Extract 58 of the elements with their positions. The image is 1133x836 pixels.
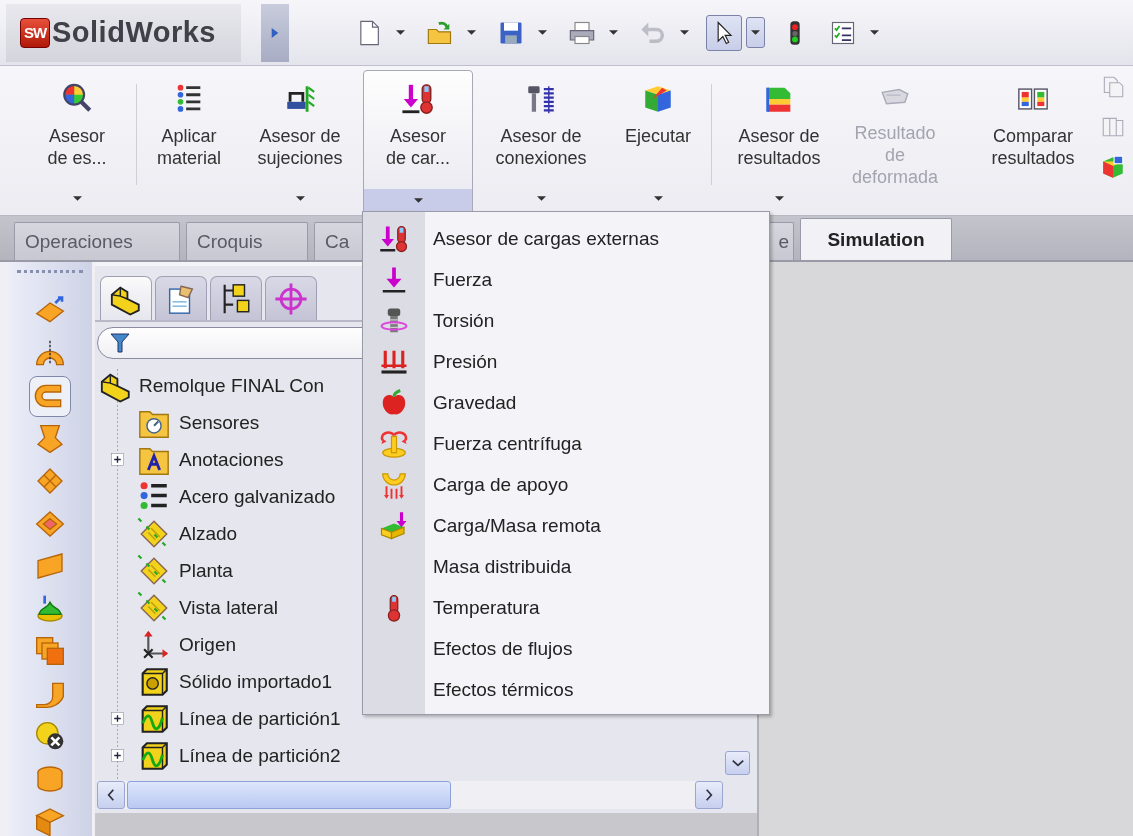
- panel-tab[interactable]: [100, 276, 152, 320]
- menu-item[interactable]: Asesor de cargas externas: [433, 227, 659, 250]
- scroll-left-button[interactable]: [97, 781, 125, 809]
- toolbar-button[interactable]: [706, 14, 742, 51]
- panel-tab[interactable]: [210, 276, 262, 320]
- ribbon-button[interactable]: Asesor de sujeciones: [239, 70, 361, 212]
- tab[interactable]: Operaciones: [14, 222, 180, 260]
- expand-icon[interactable]: [111, 453, 124, 466]
- menu-item[interactable]: Presión: [433, 350, 498, 373]
- ribbon-button[interactable]: Ejecutar: [609, 70, 707, 212]
- tab[interactable]: Simulation: [800, 218, 952, 260]
- spindle-icon: [379, 428, 409, 459]
- dropdown-button[interactable]: [746, 17, 765, 48]
- ribbon-button[interactable]: Comparar resultados: [976, 70, 1090, 212]
- tree-item[interactable]: Origen: [179, 633, 237, 656]
- tree-item[interactable]: Alzado: [179, 522, 238, 545]
- arrow-thermometer-icon: [401, 82, 435, 116]
- tab[interactable]: Croquis: [186, 222, 308, 260]
- expand-icon[interactable]: [111, 712, 124, 725]
- menu-item[interactable]: Masa distribuida: [433, 555, 572, 578]
- block-arrow-icon: [379, 510, 409, 541]
- menu-item[interactable]: Carga/Masa remota: [433, 514, 601, 537]
- funnel-shape-icon: [34, 422, 66, 455]
- tree-item[interactable]: Línea de partición2: [179, 744, 341, 767]
- scroll-down-button[interactable]: [725, 751, 750, 775]
- ribbon-button[interactable]: Asesor de resultados: [716, 70, 842, 212]
- ribbon-button[interactable]: Asesor de car...: [363, 70, 473, 212]
- menu-item[interactable]: Efectos de flujos: [433, 637, 573, 660]
- tree-item[interactable]: Línea de partición1: [179, 707, 341, 730]
- box-shape-icon: [34, 805, 66, 836]
- filter-icon: [108, 331, 132, 355]
- cube-icon[interactable]: [1100, 154, 1126, 180]
- tree-item[interactable]: Anotaciones: [179, 448, 284, 471]
- stacked-boxes-icon: [34, 635, 66, 668]
- app-name: SolidWorks: [52, 16, 216, 49]
- arrow-thermometer-icon: [379, 223, 409, 254]
- menu-item[interactable]: Carga de apoyo: [433, 473, 569, 496]
- logo-mark: SW: [20, 17, 50, 48]
- menu-item[interactable]: Fuerza: [433, 268, 493, 291]
- tree-item[interactable]: Vista lateral: [179, 596, 278, 619]
- menu-item[interactable]: Efectos térmicos: [433, 678, 574, 701]
- tree-item[interactable]: Acero galvanizado: [179, 485, 336, 508]
- menu-item[interactable]: Gravedad: [433, 391, 517, 414]
- tree-item[interactable]: Sensores: [179, 411, 260, 434]
- menu-item[interactable]: Fuerza centrífuga: [433, 432, 582, 455]
- scroll-thumb[interactable]: [127, 781, 451, 809]
- menu-item[interactable]: Temperatura: [433, 596, 540, 619]
- grip-handle[interactable]: [17, 270, 83, 273]
- scroll-right-button[interactable]: [695, 781, 723, 809]
- expand-icon[interactable]: [111, 749, 124, 762]
- tree-item[interactable]: Planta: [179, 559, 233, 582]
- tree-item[interactable]: Remolque FINAL Con: [139, 374, 325, 397]
- ribbon-button[interactable]: Aplicar material: [141, 70, 237, 212]
- crosshair-icon: [274, 281, 308, 316]
- ribbon-button[interactable]: Asesor de conexiones: [475, 70, 607, 212]
- tree-item[interactable]: Sólido importado1: [179, 670, 333, 693]
- ribbon-button[interactable]: Asesor de es...: [22, 70, 132, 212]
- menu-item[interactable]: Torsión: [433, 309, 495, 332]
